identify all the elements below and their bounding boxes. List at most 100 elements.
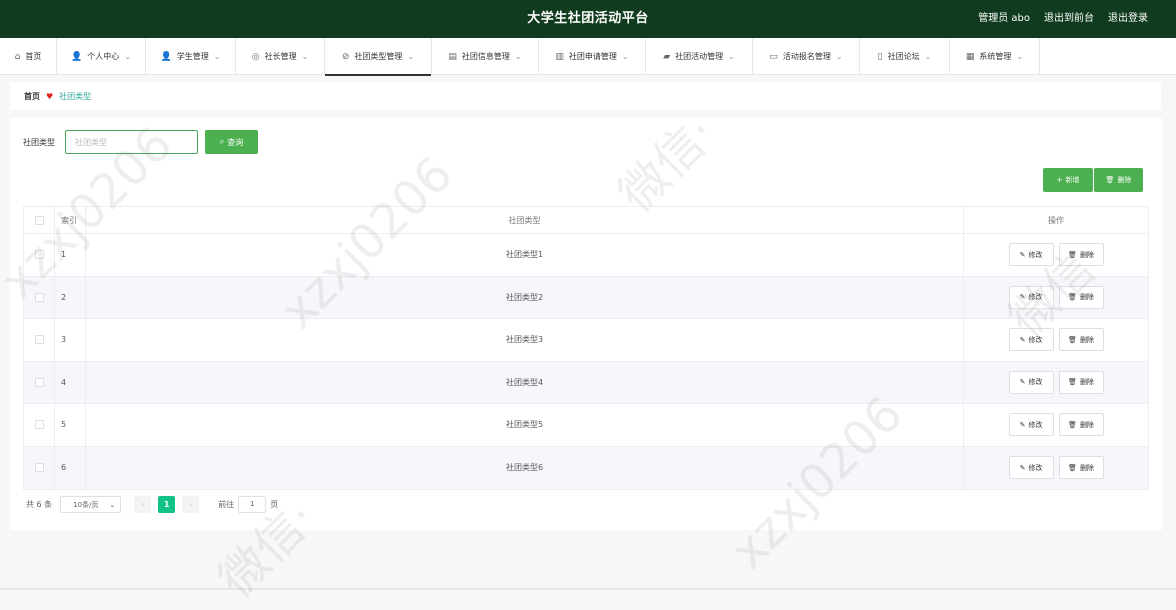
- row-actions: ✎ 修改 🗑 删除: [964, 447, 1148, 490]
- menu-item-8[interactable]: ▭ 活动报名管理 ⌄: [753, 38, 860, 75]
- trash-icon: 🗑: [1068, 293, 1077, 302]
- logout-link[interactable]: 退出登录: [1108, 0, 1148, 38]
- menu-item-4[interactable]: ⊘ 社团类型管理 ⌄: [325, 38, 432, 76]
- row-checkbox[interactable]: [34, 420, 44, 430]
- edit-icon: ✎: [1019, 378, 1026, 387]
- chart-icon: ▥: [555, 51, 564, 62]
- row-select-cell: [24, 319, 55, 361]
- header-type: 社团类型: [86, 207, 964, 233]
- row-actions: ✎ 修改 🗑 删除: [964, 362, 1148, 404]
- delete-button-label: 删除: [1079, 250, 1094, 259]
- edit-button[interactable]: ✎ 修改: [1008, 243, 1054, 267]
- select-all-cell: [24, 207, 55, 233]
- edit-button-label: 修改: [1028, 420, 1043, 429]
- header-ops: 操作: [1048, 215, 1064, 225]
- menu-item-0[interactable]: ⌂ 首页: [0, 38, 57, 75]
- edit-button[interactable]: ✎ 修改: [1008, 456, 1054, 480]
- info-icon: ▤: [448, 51, 457, 62]
- president-icon: ◎: [251, 51, 260, 62]
- page-number-current[interactable]: 1: [158, 496, 176, 513]
- next-page-button[interactable]: ›: [182, 496, 200, 513]
- menu-item-label: 社团申请管理: [568, 52, 617, 61]
- menu-item-label: 系统管理: [979, 52, 1012, 61]
- delete-button[interactable]: 🗑 删除: [1058, 370, 1104, 394]
- user-label: 管理员 abo: [978, 13, 1030, 24]
- batch-delete-label: 删除: [1117, 176, 1132, 184]
- page-size-select[interactable]: 10条/页 ⌄: [60, 496, 122, 513]
- trash-icon: 🗑: [1068, 463, 1077, 472]
- add-button[interactable]: + 新增: [1043, 168, 1093, 192]
- row-checkbox[interactable]: [34, 292, 44, 302]
- trash-icon: 🗑: [1105, 176, 1115, 184]
- goto-page-input[interactable]: 1: [238, 496, 267, 513]
- page-unit-label: 页: [270, 500, 279, 509]
- row-type: 社团类型5: [86, 404, 964, 446]
- delete-button[interactable]: 🗑 删除: [1058, 456, 1104, 480]
- edit-button[interactable]: ✎ 修改: [1008, 328, 1054, 352]
- main-menu: ⌂ 首页 👤 个人中心 ⌄ 👤 学生管理 ⌄ ◎ 社长管理 ⌄ ⊘ 社团类型管理 ⌄ ▤ 社团信息管理 ⌄ ▥ 社团…: [0, 38, 1176, 76]
- table-row: 1 社团类型1 ✎ 修改 🗑 删除: [24, 234, 1148, 277]
- delete-button[interactable]: 🗑 删除: [1058, 413, 1104, 437]
- menu-item-9[interactable]: ▯ 社团论坛 ⌄: [860, 38, 950, 75]
- menu-item-label: 社团信息管理: [461, 52, 510, 61]
- row-select-cell: [24, 404, 55, 446]
- edit-button-label: 修改: [1028, 250, 1043, 259]
- trash-icon: 🗑: [1068, 420, 1077, 429]
- query-button-label: 查询: [227, 137, 244, 147]
- chevron-down-icon: ⌄: [109, 500, 116, 509]
- edit-icon: ✎: [1019, 420, 1026, 429]
- delete-button-label: 删除: [1079, 335, 1094, 344]
- menu-item-5[interactable]: ▤ 社团信息管理 ⌄: [432, 38, 539, 75]
- delete-button[interactable]: 🗑 删除: [1058, 285, 1104, 309]
- header-user-area: 管理员 abo 退出到前台 退出登录: [978, 0, 1148, 38]
- system-icon: ▦: [965, 51, 975, 62]
- row-actions: ✎ 修改 🗑 删除: [964, 319, 1148, 361]
- table-row: 2 社团类型2 ✎ 修改 🗑 删除: [24, 276, 1148, 319]
- menu-item-3[interactable]: ◎ 社长管理 ⌄: [236, 38, 325, 75]
- row-select-cell: [24, 234, 55, 276]
- menu-item-label: 个人中心: [87, 52, 120, 61]
- menu-item-label: 社团论坛: [887, 52, 920, 61]
- table-row: 3 社团类型3 ✎ 修改 🗑 删除: [24, 319, 1148, 362]
- row-checkbox[interactable]: [34, 250, 44, 260]
- add-button-label: 新增: [1065, 176, 1080, 184]
- row-type: 社团类型6: [86, 446, 964, 489]
- signup-icon: ▭: [769, 51, 778, 62]
- menu-item-1[interactable]: 👤 个人中心 ⌄: [57, 38, 146, 75]
- edit-button-label: 修改: [1028, 463, 1043, 472]
- delete-button[interactable]: 🗑 删除: [1058, 328, 1104, 352]
- edit-button[interactable]: ✎ 修改: [1008, 413, 1054, 437]
- select-all-checkbox[interactable]: [34, 215, 44, 225]
- exit-to-frontend-link[interactable]: 退出到前台: [1044, 0, 1094, 38]
- plus-icon: +: [1056, 176, 1063, 184]
- edit-icon: ✎: [1019, 463, 1026, 472]
- row-checkbox[interactable]: [34, 463, 44, 473]
- chevron-down-icon: ⌄: [301, 52, 309, 61]
- chevron-down-icon: ⌄: [924, 52, 932, 61]
- menu-item-10[interactable]: ▦ 系统管理 ⌄: [950, 38, 1040, 75]
- breadcrumb-home[interactable]: 首页: [24, 91, 40, 102]
- row-checkbox[interactable]: [34, 335, 44, 345]
- user-icon: 👤: [71, 51, 83, 62]
- edit-button[interactable]: ✎ 修改: [1008, 285, 1054, 309]
- delete-button[interactable]: 🗑 删除: [1058, 243, 1104, 267]
- chevron-down-icon: ⌄: [835, 52, 843, 61]
- menu-item-2[interactable]: 👤 学生管理 ⌄: [146, 38, 236, 75]
- menu-item-label: 活动报名管理: [782, 52, 831, 61]
- row-checkbox[interactable]: [34, 377, 44, 387]
- edit-button[interactable]: ✎ 修改: [1008, 370, 1054, 394]
- query-button[interactable]: ⌕ 查询: [205, 130, 258, 154]
- prev-page-button[interactable]: ‹: [134, 496, 152, 513]
- chevron-down-icon: ⌄: [213, 52, 221, 61]
- menu-item-label: 学生管理: [176, 52, 209, 61]
- heart-icon: ♥: [46, 91, 54, 101]
- data-table: 索引 社团类型 操作 1 社团类型1 ✎ 修改 🗑 删除 2 社团类型2 ✎ 修改 🗑 删除 3 社团类型…: [23, 206, 1149, 490]
- row-index: 5: [55, 404, 86, 446]
- menu-item-7[interactable]: ▰ 社团活动管理 ⌄: [646, 38, 753, 75]
- menu-item-6[interactable]: ▥ 社团申请管理 ⌄: [539, 38, 646, 75]
- row-index: 4: [55, 361, 86, 403]
- batch-delete-button[interactable]: 🗑 删除: [1094, 168, 1143, 192]
- search-input[interactable]: [65, 130, 198, 154]
- breadcrumb-current: 社团类型: [59, 91, 92, 101]
- edit-button-label: 修改: [1028, 378, 1043, 387]
